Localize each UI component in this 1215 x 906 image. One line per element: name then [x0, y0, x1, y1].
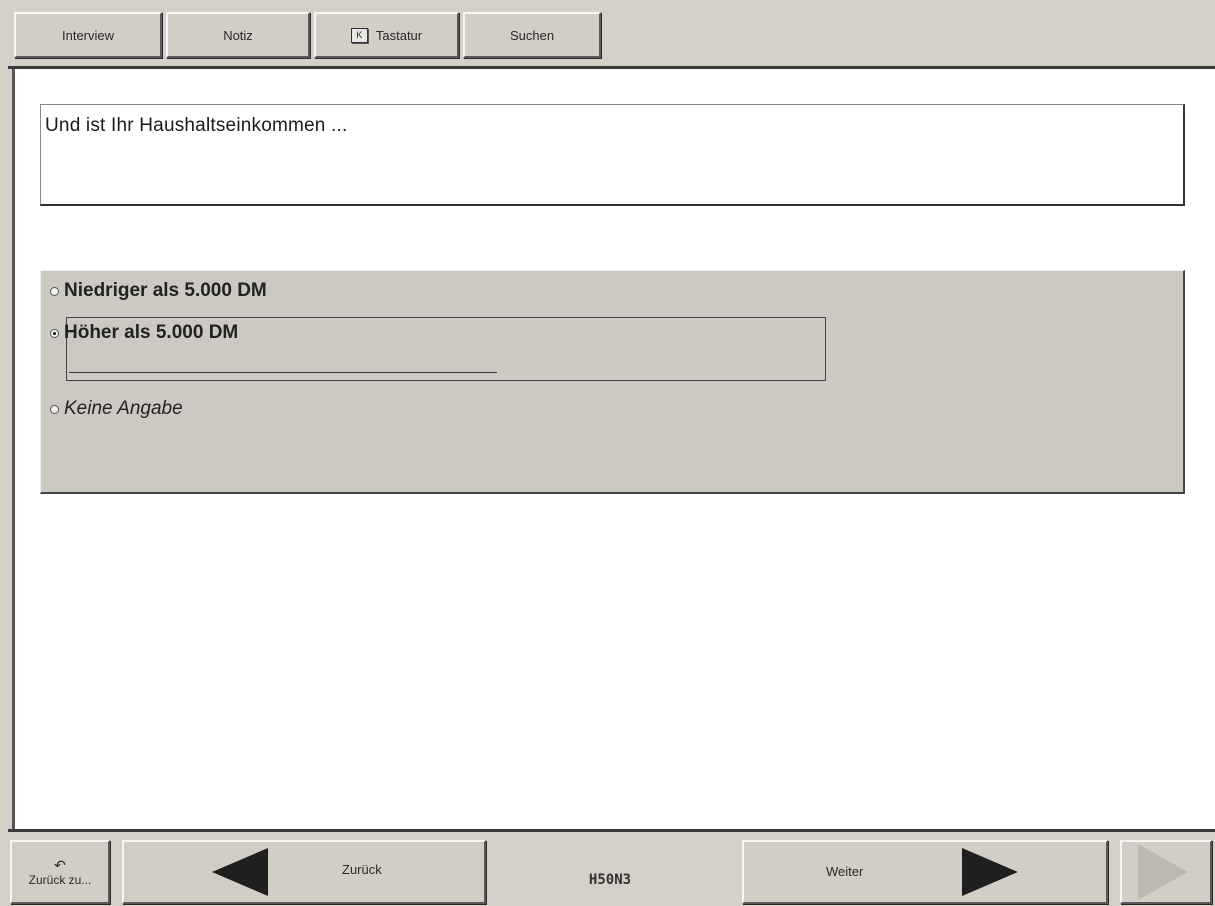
arrow-left-icon [212, 848, 268, 896]
question-box: Und ist Ihr Haushaltseinkommen ... [40, 104, 1185, 206]
answer-underline [69, 372, 497, 373]
question-code: H50N3 [588, 872, 632, 888]
back-to-icon: ↶ [54, 857, 66, 873]
back-label: Zurück [342, 862, 382, 877]
arrow-right-disabled-icon [1138, 844, 1188, 900]
next-button[interactable]: Weiter [742, 840, 1108, 904]
keyboard-icon: K [350, 27, 368, 43]
answer-label-3: Keine Angabe [64, 398, 183, 419]
interview-button[interactable]: Interview [14, 12, 162, 58]
answer-label-2: Höher als 5.000 DM [64, 322, 239, 343]
back-to-button[interactable]: ↶ Zurück zu... [10, 840, 110, 904]
answer-option-2[interactable]: Höher als 5.000 DM [50, 322, 238, 344]
answer-panel [40, 270, 1185, 494]
notiz-button[interactable]: Notiz [166, 12, 310, 58]
arrow-right-icon [962, 848, 1018, 896]
tastatur-button[interactable]: K Tastatur [314, 12, 459, 58]
question-text: Und ist Ihr Haushaltseinkommen ... [45, 115, 348, 136]
back-button[interactable]: Zurück [122, 840, 486, 904]
answer-option-1[interactable]: Niedriger als 5.000 DM [50, 280, 267, 302]
bottom-divider [8, 829, 1215, 832]
suchen-button[interactable]: Suchen [463, 12, 601, 58]
radio-button-icon[interactable] [50, 286, 59, 296]
next-label: Weiter [826, 864, 864, 879]
back-to-label: Zurück zu... [28, 873, 92, 887]
radio-button-selected-icon[interactable] [50, 328, 59, 338]
tastatur-label: Tastatur [375, 27, 423, 43]
radio-button-icon[interactable] [50, 404, 59, 414]
answer-label-1: Niedriger als 5.000 DM [64, 280, 267, 301]
answer-option-3[interactable]: Keine Angabe [50, 398, 183, 420]
fast-forward-button[interactable] [1120, 840, 1212, 904]
